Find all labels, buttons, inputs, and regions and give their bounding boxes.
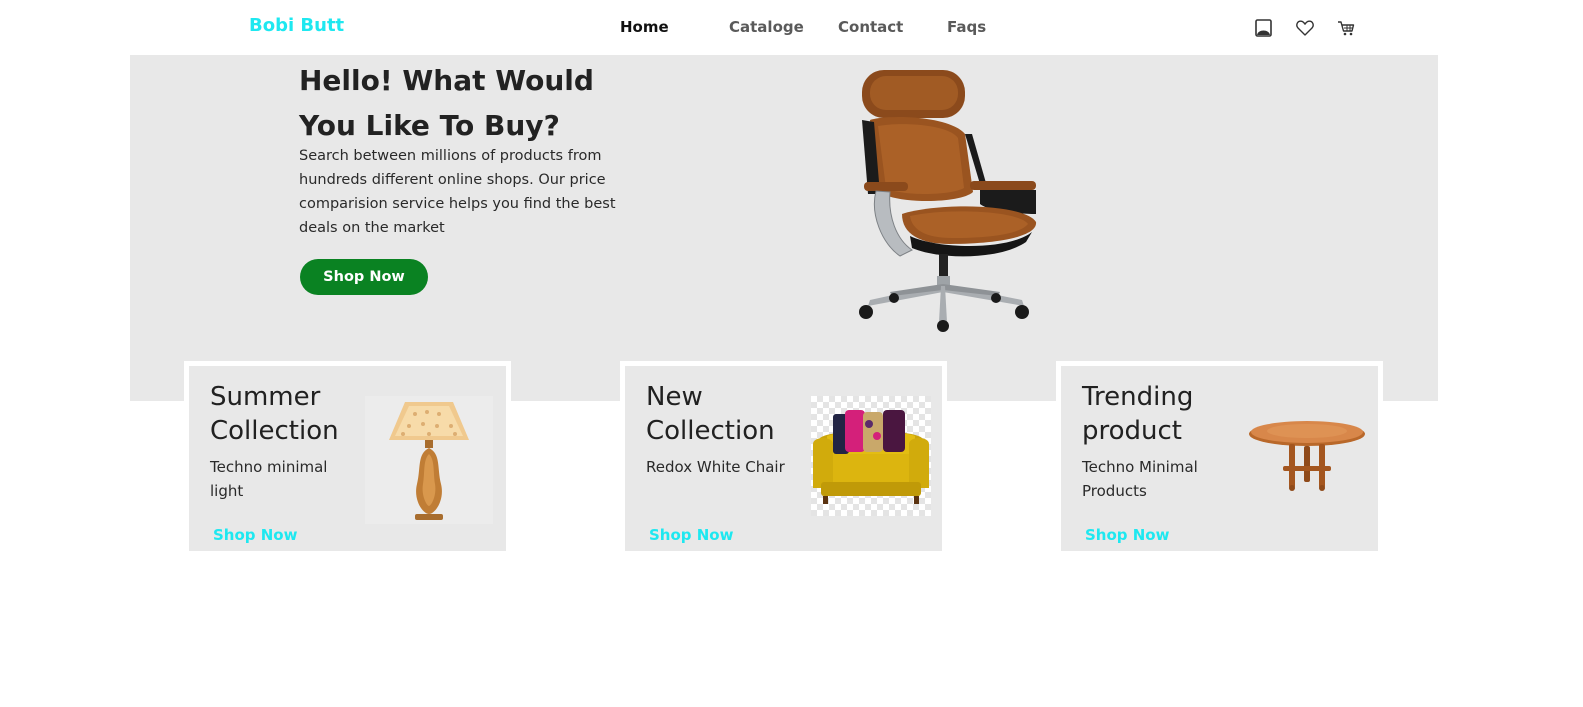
lamp-image: [365, 396, 493, 524]
hero-description: Search between millions of products from…: [299, 148, 616, 236]
card-subtitle: Techno minimal light: [210, 458, 328, 500]
yellow-sofa-image: [811, 396, 931, 516]
cart-icon[interactable]: [1336, 18, 1356, 38]
card-title: Trending product: [1082, 382, 1194, 446]
card-title: Summer Collection: [210, 382, 339, 446]
nav-faqs[interactable]: Faqs: [947, 18, 986, 36]
table-image: [1247, 418, 1367, 494]
card-shop-now-link[interactable]: Shop Now: [649, 526, 733, 544]
heart-icon[interactable]: [1295, 18, 1315, 38]
nav-contact[interactable]: Contact: [838, 18, 903, 36]
nav-cataloge[interactable]: Cataloge: [729, 18, 804, 36]
user-icon[interactable]: [1254, 18, 1274, 38]
nav-home[interactable]: Home: [620, 18, 669, 36]
card-shop-now-link[interactable]: Shop Now: [1085, 526, 1169, 544]
summer-collection-card: Summer Collection Techno minimal light S…: [184, 361, 511, 556]
navbar: Bobi Butt Home Cataloge Contact Faqs: [0, 0, 1583, 55]
brand-logo[interactable]: Bobi Butt: [249, 15, 344, 36]
card-title: New Collection: [646, 382, 775, 446]
card-subtitle: Redox White Chair: [646, 458, 785, 476]
office-chair-image: [840, 64, 1050, 334]
hero-shop-now-button[interactable]: Shop Now: [300, 259, 428, 295]
hero-title: Hello! What Would You Like To Buy?: [299, 64, 594, 142]
new-collection-card: New Collection Redox White Chair Shop No…: [620, 361, 947, 556]
card-subtitle: Techno Minimal Products: [1082, 458, 1198, 500]
trending-product-card: Trending product Techno Minimal Products…: [1056, 361, 1383, 556]
card-shop-now-link[interactable]: Shop Now: [213, 526, 297, 544]
